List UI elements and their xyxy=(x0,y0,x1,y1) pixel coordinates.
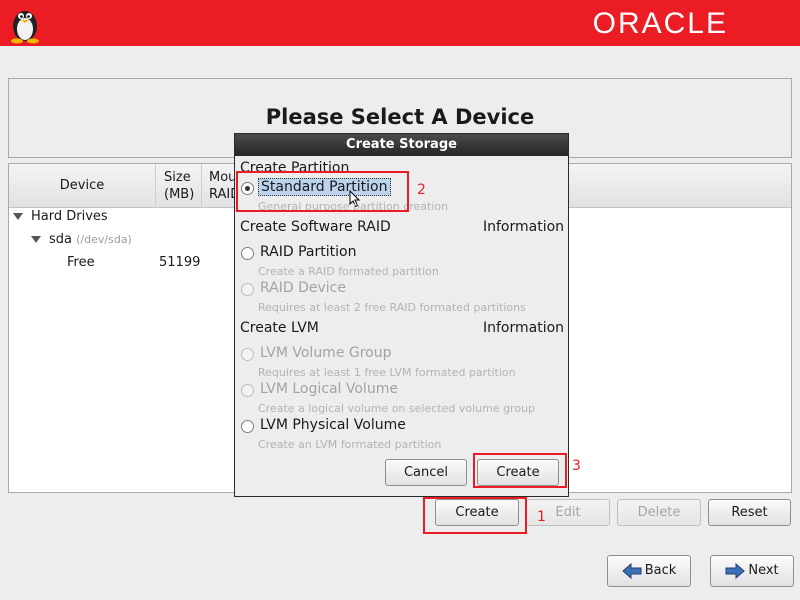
arrow-right-icon xyxy=(725,562,746,579)
desc-raid-device: Requires at least 2 free RAID formated p… xyxy=(258,301,526,314)
expander-down-icon[interactable] xyxy=(13,213,23,220)
option-raid-device[interactable]: RAID Device xyxy=(260,280,346,296)
radio-lvm-physical-volume[interactable] xyxy=(241,420,254,433)
section-create-lvm: Create LVM xyxy=(240,320,319,336)
section-create-software-raid: Create Software RAID xyxy=(240,219,391,235)
desc-lvm-physical-volume: Create an LVM formated partition xyxy=(258,438,442,451)
column-header-size-line1: Size xyxy=(164,170,191,185)
tux-penguin-icon xyxy=(11,11,39,44)
annotation-number-2: 2 xyxy=(417,182,426,198)
tree-label-hard-drives: Hard Drives xyxy=(31,209,108,224)
tree-row-sda[interactable]: sda (/dev/sda) xyxy=(31,232,132,247)
next-button[interactable]: Next xyxy=(710,555,794,587)
lvm-information-link[interactable]: Information xyxy=(483,320,564,336)
option-raid-partition[interactable]: RAID Partition xyxy=(260,244,356,260)
cell-size-free: 51199 xyxy=(159,255,201,270)
reset-button[interactable]: Reset xyxy=(708,499,791,526)
tree-row-hard-drives[interactable]: Hard Drives xyxy=(13,209,108,224)
option-lvm-logical-volume[interactable]: LVM Logical Volume xyxy=(260,381,398,397)
header-banner: ORACLE xyxy=(0,0,800,46)
tree-label-sda-path: (/dev/sda) xyxy=(76,233,132,246)
tree-label-sda: sda xyxy=(49,232,72,247)
desc-raid-partition: Create a RAID formated partition xyxy=(258,265,439,278)
radio-lvm-volume-group[interactable] xyxy=(241,348,254,361)
delete-button[interactable]: Delete xyxy=(617,499,701,526)
cell-device-free: Free xyxy=(67,255,95,270)
annotation-box-step3 xyxy=(473,453,567,488)
column-header-size-line2: (MB) xyxy=(164,187,195,202)
desc-lvm-logical-volume: Create a logical volume on selected volu… xyxy=(258,402,536,415)
annotation-box-step1 xyxy=(423,497,527,534)
radio-raid-partition[interactable] xyxy=(241,247,254,260)
annotation-number-3: 3 xyxy=(572,458,581,474)
annotation-number-1: 1 xyxy=(537,509,546,525)
desc-lvm-volume-group: Requires at least 1 free LVM formated pa… xyxy=(258,366,516,379)
arrow-left-icon xyxy=(621,562,642,579)
back-button[interactable]: Back xyxy=(607,555,691,587)
option-lvm-physical-volume[interactable]: LVM Physical Volume xyxy=(260,417,406,433)
oracle-logo: ORACLE xyxy=(592,7,728,40)
radio-raid-device[interactable] xyxy=(241,283,254,296)
next-button-label: Next xyxy=(748,563,779,578)
dialog-cancel-button[interactable]: Cancel xyxy=(385,459,467,486)
page-title: Please Select A Device xyxy=(265,105,535,129)
column-header-size[interactable]: Size (MB) xyxy=(157,164,202,208)
radio-lvm-logical-volume[interactable] xyxy=(241,384,254,397)
raid-information-link[interactable]: Information xyxy=(483,219,564,235)
expander-down-icon[interactable] xyxy=(31,236,41,243)
dialog-title: Create Storage xyxy=(235,134,568,156)
column-header-device[interactable]: Device xyxy=(9,164,156,208)
annotation-box-step2 xyxy=(236,171,409,212)
table-row-free[interactable]: Free xyxy=(67,255,95,270)
option-lvm-volume-group[interactable]: LVM Volume Group xyxy=(260,345,392,361)
back-button-label: Back xyxy=(644,563,677,578)
